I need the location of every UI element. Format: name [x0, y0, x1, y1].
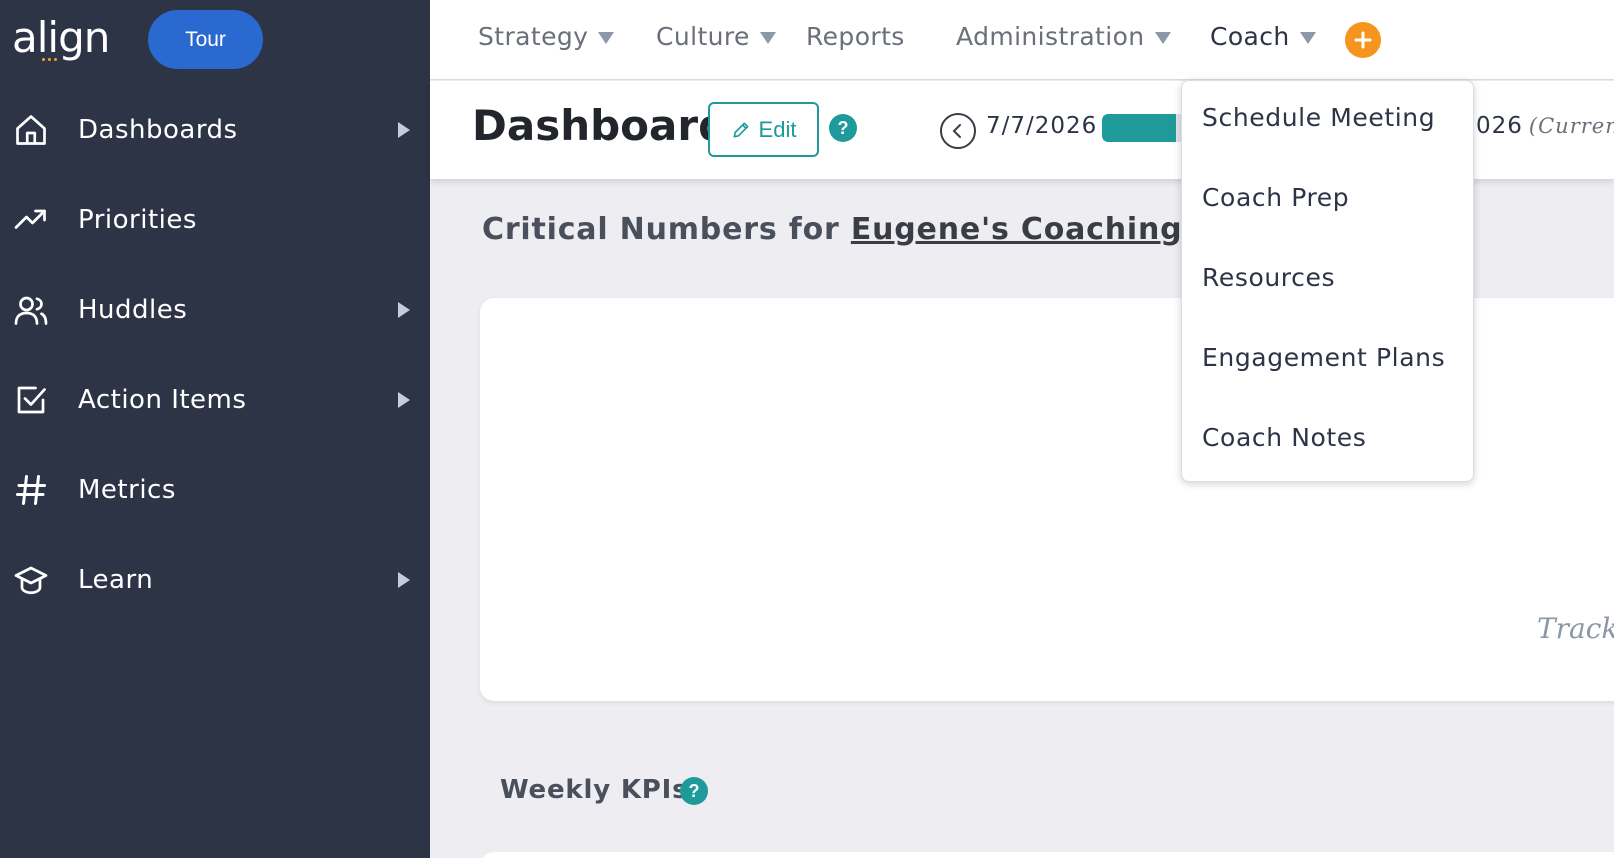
align-logo[interactable]: align — [12, 17, 110, 59]
graduation-cap-icon — [12, 561, 50, 599]
weekly-kpis-card — [480, 852, 1614, 858]
prev-period-button[interactable] — [940, 113, 976, 149]
topnav-label: Strategy — [478, 22, 589, 51]
critical-numbers-title: Critical Numbers for Eugene's Coaching C… — [482, 212, 1270, 247]
weekly-kpis-title: Weekly KPIs — [500, 775, 689, 805]
sidebar-item-metrics[interactable]: Metrics — [0, 445, 430, 535]
caret-down-icon — [1299, 31, 1316, 44]
topnav-label: Reports — [806, 22, 905, 51]
caret-down-icon — [598, 31, 615, 44]
menu-item-coach-notes[interactable]: Coach Notes — [1202, 423, 1366, 452]
help-icon[interactable]: ? — [680, 777, 708, 805]
track-text[interactable]: Track — [1537, 612, 1614, 645]
sidebar-item-label: Dashboards — [78, 115, 238, 145]
top-nav: Strategy Culture Reports Administration … — [430, 0, 1614, 80]
plus-circle-icon[interactable] — [1345, 22, 1381, 58]
sidebar-item-label: Action Items — [78, 385, 247, 415]
topnav-strategy[interactable]: Strategy — [478, 22, 615, 51]
caret-down-icon — [1154, 31, 1171, 44]
period-end-date: 026(Current) — [1476, 113, 1614, 139]
topnav-coach[interactable]: Coach — [1210, 22, 1316, 51]
checkbox-icon — [12, 381, 50, 419]
menu-item-coach-prep[interactable]: Coach Prep — [1202, 183, 1349, 212]
page-title: Dashboard — [472, 101, 729, 150]
caret-down-icon — [759, 31, 776, 44]
menu-item-schedule-meeting[interactable]: Schedule Meeting — [1202, 103, 1435, 132]
pencil-icon — [733, 122, 749, 137]
help-icon[interactable]: ? — [829, 114, 857, 142]
sidebar-item-label: Priorities — [78, 205, 197, 235]
current-period-note: (Current) — [1528, 114, 1614, 138]
tour-button[interactable]: Tour — [148, 10, 263, 69]
users-icon — [12, 291, 50, 329]
caret-right-icon — [398, 392, 410, 408]
chevron-left-icon — [952, 124, 961, 138]
sidebar: align Tour Dashboards Priorities Huddles — [0, 0, 430, 858]
caret-right-icon — [398, 572, 410, 588]
sidebar-nav: Dashboards Priorities Huddles Action Ite… — [0, 85, 430, 625]
caret-right-icon — [398, 122, 410, 138]
menu-item-resources[interactable]: Resources — [1202, 263, 1335, 292]
period-progress-fill — [1102, 114, 1177, 142]
period-end-date-value: 026 — [1476, 113, 1523, 139]
sidebar-item-action-items[interactable]: Action Items — [0, 355, 430, 445]
topnav-label: Coach — [1210, 22, 1290, 51]
sidebar-item-priorities[interactable]: Priorities — [0, 175, 430, 265]
period-start-date: 7/7/2026 — [986, 113, 1098, 139]
sidebar-item-dashboards[interactable]: Dashboards — [0, 85, 430, 175]
brand[interactable]: align — [12, 12, 110, 64]
topnav-label: Administration — [956, 22, 1145, 51]
critical-numbers-prefix: Critical Numbers for — [482, 212, 851, 247]
topnav-administration[interactable]: Administration — [956, 22, 1171, 51]
hash-icon — [12, 471, 50, 509]
sidebar-item-learn[interactable]: Learn — [0, 535, 430, 625]
topnav-culture[interactable]: Culture — [656, 22, 776, 51]
trending-up-icon — [12, 201, 50, 239]
topnav-reports[interactable]: Reports — [806, 22, 905, 51]
edit-button-label: Edit — [758, 116, 797, 142]
sidebar-item-label: Learn — [78, 565, 154, 595]
menu-item-engagement-plans[interactable]: Engagement Plans — [1202, 343, 1445, 372]
coach-dropdown-menu: Schedule Meeting Coach Prep Resources En… — [1181, 80, 1474, 482]
edit-button[interactable]: Edit — [708, 102, 819, 157]
logo-dots — [42, 58, 57, 61]
sidebar-item-huddles[interactable]: Huddles — [0, 265, 430, 355]
topnav-label: Culture — [656, 22, 750, 51]
sidebar-item-label: Huddles — [78, 295, 188, 325]
caret-right-icon — [398, 302, 410, 318]
sidebar-item-label: Metrics — [78, 475, 176, 505]
home-icon — [12, 111, 50, 149]
